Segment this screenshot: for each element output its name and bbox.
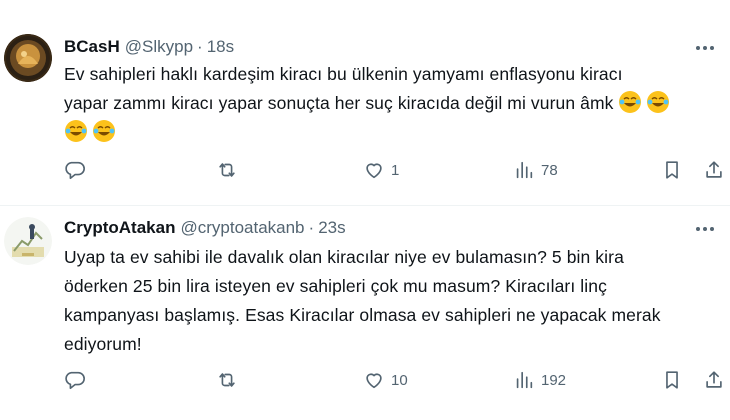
author-handle[interactable]: @cryptoatakanb bbox=[180, 218, 304, 238]
tweet-text-line: yapar zammı kiracı yapar sonuçta her suç… bbox=[64, 89, 719, 118]
separator: · bbox=[308, 218, 315, 237]
bookmark-button[interactable] bbox=[661, 155, 683, 185]
share-button[interactable] bbox=[703, 365, 725, 395]
views-count: 78 bbox=[541, 161, 558, 179]
retweet-button[interactable] bbox=[216, 365, 244, 395]
more-icon[interactable] bbox=[694, 37, 716, 59]
views-icon bbox=[516, 371, 533, 389]
like-icon bbox=[366, 373, 382, 389]
author-name[interactable]: BCasH bbox=[64, 37, 120, 57]
tears-of-joy-emoji-icon bbox=[647, 91, 670, 113]
reply-button[interactable] bbox=[64, 155, 92, 185]
author-handle[interactable]: @Slkypp bbox=[125, 37, 193, 57]
separator: · bbox=[197, 37, 203, 56]
like-button[interactable]: 1 bbox=[363, 155, 399, 185]
tweet[interactable]: CryptoAtakan @cryptoatakanb · 23s Uyap t… bbox=[0, 205, 730, 420]
tears-of-joy-emoji-icon bbox=[619, 91, 642, 113]
like-count: 10 bbox=[391, 371, 408, 389]
bookmark-icon bbox=[666, 161, 678, 179]
like-button[interactable]: 10 bbox=[363, 365, 408, 395]
reply-icon bbox=[65, 161, 85, 180]
more-icon[interactable] bbox=[694, 218, 716, 240]
tweet-text-line: ediyorum! bbox=[64, 334, 142, 354]
share-icon bbox=[706, 161, 722, 178]
retweet-icon bbox=[219, 373, 235, 387]
tweet-text-line: Ev sahipleri haklı kardeşim kiracı bu ül… bbox=[64, 64, 623, 84]
reply-button[interactable] bbox=[64, 365, 92, 395]
retweet-icon bbox=[219, 163, 235, 177]
like-icon bbox=[366, 163, 382, 179]
tweet-header: CryptoAtakan @cryptoatakanb · 23s bbox=[64, 216, 346, 240]
tweet-time[interactable]: 18s bbox=[207, 37, 234, 57]
retweet-button[interactable] bbox=[216, 155, 244, 185]
reply-icon bbox=[65, 371, 85, 390]
tweet-text: Uyap ta ev sahibi ile davalık olan kirac… bbox=[64, 243, 719, 359]
views-button[interactable]: 192 bbox=[513, 365, 566, 395]
action-bar: 10 192 bbox=[56, 365, 730, 395]
tears-of-joy-emoji-icon bbox=[92, 120, 115, 142]
action-bar: 1 78 bbox=[56, 155, 730, 185]
avatar[interactable] bbox=[4, 34, 52, 82]
tweet-text-line: öderken 25 bin lira isteyen ev sahipleri… bbox=[64, 276, 607, 296]
like-count: 1 bbox=[391, 161, 400, 179]
views-button[interactable]: 78 bbox=[513, 155, 558, 185]
share-icon bbox=[706, 371, 722, 388]
author-name[interactable]: CryptoAtakan bbox=[64, 218, 175, 238]
tweet-text-line bbox=[64, 118, 719, 147]
tweet-text-line: kampanyası başlamış. Esas Kiracılar olma… bbox=[64, 305, 661, 325]
views-count: 192 bbox=[541, 371, 567, 389]
tears-of-joy-emoji-icon bbox=[65, 120, 87, 142]
views-icon bbox=[516, 161, 533, 179]
tweet-header: BCasH @Slkypp · 18s bbox=[64, 35, 234, 59]
share-button[interactable] bbox=[703, 155, 725, 185]
tweet-text: Ev sahipleri haklı kardeşim kiracı bu ül… bbox=[64, 60, 719, 147]
tweet-time[interactable]: 23s bbox=[318, 218, 345, 238]
tweet[interactable]: BCasH @Slkypp · 18s Ev sahipleri haklı k… bbox=[0, 0, 730, 205]
bookmark-button[interactable] bbox=[661, 365, 683, 395]
tweet-text-line-content: yapar zammı kiracı yapar sonuçta her suç… bbox=[64, 93, 614, 113]
tweet-text-line: Uyap ta ev sahibi ile davalık olan kirac… bbox=[64, 247, 624, 267]
bookmark-icon bbox=[666, 371, 678, 389]
avatar[interactable] bbox=[4, 217, 52, 265]
